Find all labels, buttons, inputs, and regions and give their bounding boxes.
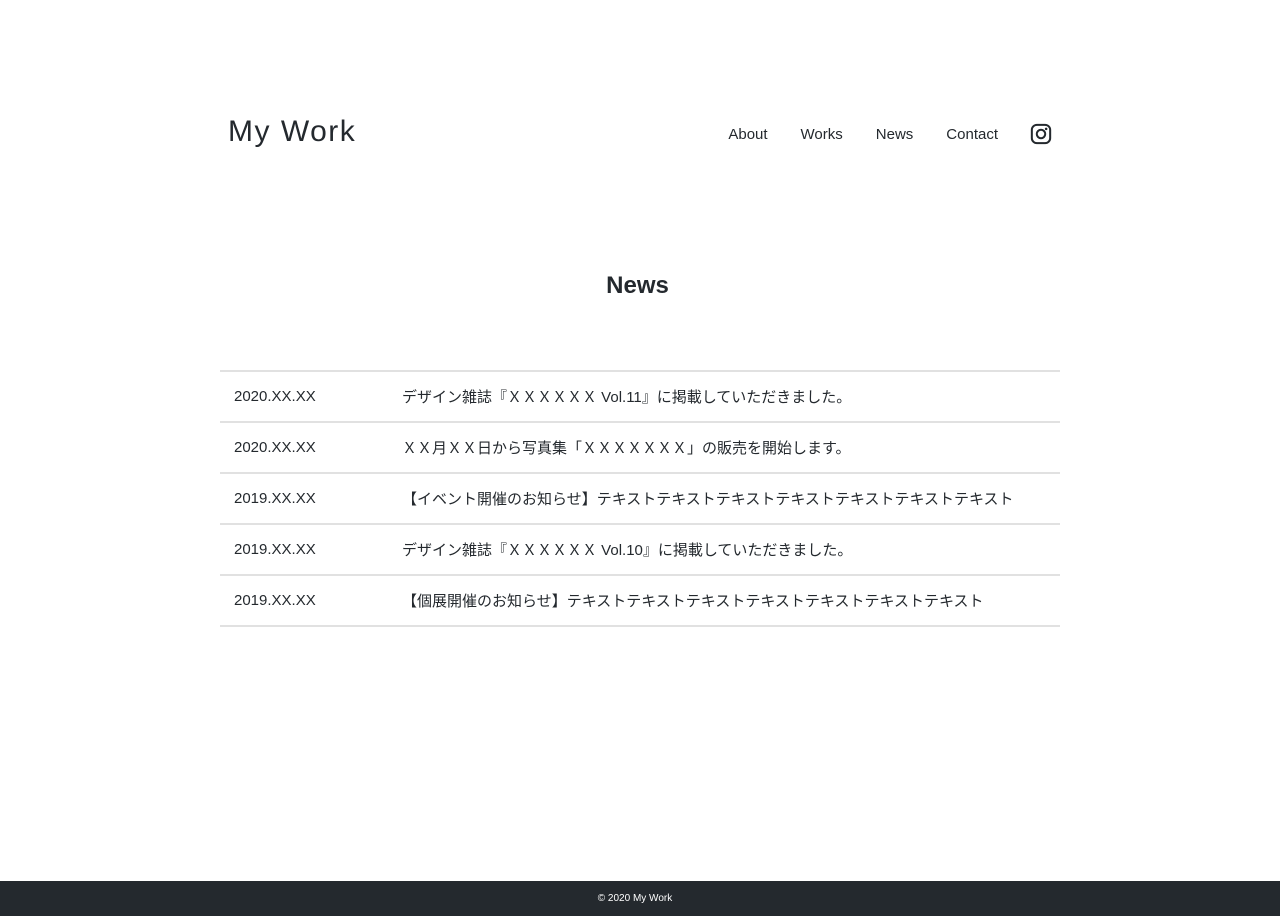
nav-link-news[interactable]: News (876, 126, 914, 143)
copyright-text: © 2020 My Work (597, 893, 673, 904)
news-text[interactable]: ＸＸ月ＸＸ日から写真集「ＸＸＸＸＸＸＸ」の販売を開始します。 (402, 437, 851, 458)
news-item: 2019.XX.XX 【個展開催のお知らせ】テキストテキストテキストテキストテキ… (220, 576, 1060, 627)
news-text[interactable]: デザイン雑誌『ＸＸＸＸＸＸ Vol.11』に掲載していただきました。 (402, 386, 851, 407)
news-text[interactable]: 【イベント開催のお知らせ】テキストテキストテキストテキストテキストテキストテキス… (402, 488, 1014, 509)
news-date: 2020.XX.XX (234, 439, 316, 456)
news-date: 2019.XX.XX (234, 490, 316, 507)
news-item: 2019.XX.XX 【イベント開催のお知らせ】テキストテキストテキストテキスト… (220, 474, 1060, 525)
news-date: 2019.XX.XX (234, 541, 316, 558)
site-title[interactable]: My Work (228, 115, 356, 149)
news-item: 2019.XX.XX デザイン雑誌『ＸＸＸＸＸＸ Vol.10』に掲載していただ… (220, 525, 1060, 576)
nav-link-about[interactable]: About (728, 126, 767, 143)
main-nav: About Works News Contact (728, 122, 1052, 146)
site-footer: © 2020 My Work (0, 881, 1280, 916)
page: My Work About Works News Contact News 20… (0, 0, 1280, 916)
news-date: 2020.XX.XX (234, 388, 316, 405)
site-header: My Work About Works News Contact (220, 108, 1060, 160)
nav-link-contact[interactable]: Contact (946, 126, 998, 143)
instagram-icon (1030, 123, 1052, 145)
news-text[interactable]: デザイン雑誌『ＸＸＸＸＸＸ Vol.10』に掲載していただきました。 (402, 539, 852, 560)
nav-link-works[interactable]: Works (801, 126, 843, 143)
news-item: 2020.XX.XX ＸＸ月ＸＸ日から写真集「ＸＸＸＸＸＸＸ」の販売を開始します… (220, 423, 1060, 474)
news-text[interactable]: 【個展開催のお知らせ】テキストテキストテキストテキストテキストテキストテキスト (402, 590, 984, 611)
news-list: 2020.XX.XX デザイン雑誌『ＸＸＸＸＸＸ Vol.11』に掲載していただ… (220, 370, 1060, 627)
news-item: 2020.XX.XX デザイン雑誌『ＸＸＸＸＸＸ Vol.11』に掲載していただ… (220, 372, 1060, 423)
instagram-link[interactable] (1030, 123, 1052, 145)
section-title: News (606, 272, 669, 299)
news-date: 2019.XX.XX (234, 592, 316, 609)
